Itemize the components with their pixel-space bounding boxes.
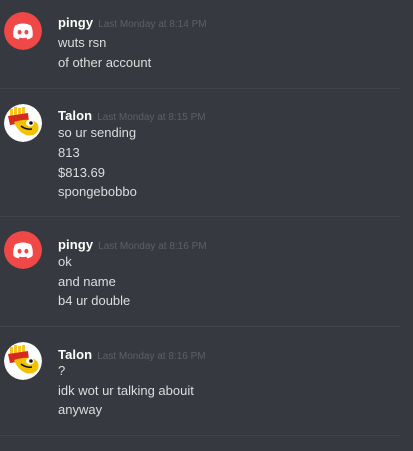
message-header: Talon Last Monday at 8:15 PM (58, 107, 206, 123)
message-line: wuts rsn (58, 35, 107, 50)
username[interactable]: pingy (58, 237, 93, 252)
message-header: pingy Last Monday at 8:16 PM (58, 236, 207, 252)
discord-logo-icon (4, 231, 42, 269)
message-divider (0, 326, 400, 327)
username[interactable]: Talon (58, 108, 92, 123)
message-line: anyway (58, 402, 103, 417)
message-line: so ur sending (58, 125, 137, 140)
duck-fries-icon (4, 104, 42, 142)
message-divider (0, 88, 400, 89)
message-line: b4 ur double (58, 293, 131, 308)
duck-fries-icon (4, 342, 42, 380)
timestamp: Last Monday at 8:16 PM (98, 241, 207, 252)
message-line: spongebobbo (58, 184, 137, 199)
timestamp: Last Monday at 8:15 PM (97, 112, 206, 123)
username[interactable]: pingy (58, 15, 93, 30)
timestamp: Last Monday at 8:14 PM (98, 19, 207, 30)
message-line: of other account (58, 55, 152, 70)
message-header: pingy Last Monday at 8:14 PM (58, 14, 207, 30)
message-line: and name (58, 274, 116, 289)
message-line: ? (58, 363, 66, 378)
avatar[interactable] (4, 104, 42, 142)
username[interactable]: Talon (58, 347, 92, 362)
message-line: $813.69 (58, 165, 105, 180)
message-header: Talon Last Monday at 8:16 PM (58, 346, 206, 362)
message-line: 813 (58, 145, 80, 160)
message-divider (0, 216, 400, 217)
message-line: idk wot ur talking abouit (58, 383, 194, 398)
avatar[interactable] (4, 342, 42, 380)
avatar[interactable] (4, 12, 42, 50)
message-divider (0, 435, 400, 436)
discord-logo-icon (4, 12, 42, 50)
message-line: ok (58, 254, 72, 269)
timestamp: Last Monday at 8:16 PM (97, 351, 206, 362)
avatar[interactable] (4, 231, 42, 269)
